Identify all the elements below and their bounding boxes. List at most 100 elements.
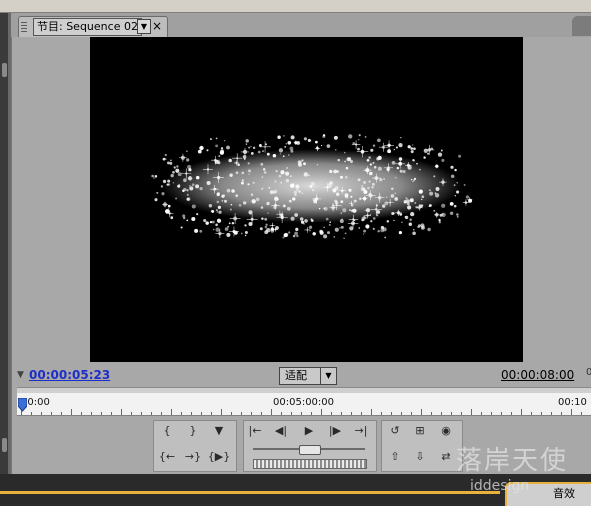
sparkle-particle	[310, 181, 315, 186]
watermark-url: iddesign	[470, 478, 530, 494]
ruler-tick	[371, 409, 372, 415]
sparkle-particle	[368, 180, 371, 183]
sparkle-particle	[392, 212, 395, 215]
extract-icon[interactable]: ⇩	[408, 448, 432, 466]
ruler-tick	[171, 409, 172, 415]
sparkle-particle	[441, 158, 445, 162]
ruler-tick	[61, 412, 62, 415]
safe-margins-icon[interactable]: ⊞	[408, 422, 432, 440]
resize-handle[interactable]	[2, 438, 7, 452]
sparkle-particle	[376, 204, 378, 207]
sparkle-particle	[323, 226, 325, 229]
tab-grip-icon[interactable]	[21, 21, 27, 32]
set-marker-button[interactable]: ▼	[207, 422, 231, 440]
sparkle-particle	[286, 166, 289, 170]
resize-handle[interactable]	[2, 63, 7, 77]
sparkle-particle	[398, 143, 403, 148]
sparkle-particle	[417, 225, 420, 229]
sparkle-particle	[435, 187, 440, 191]
sparkle-particle	[363, 181, 366, 184]
sparkle-particle	[170, 173, 174, 178]
adjacent-panel-grip[interactable]	[572, 16, 591, 36]
sparkle-particle	[295, 227, 299, 232]
playhead-icon[interactable]	[18, 398, 27, 412]
loop-icon[interactable]: ↺	[383, 422, 407, 440]
tab-close-icon[interactable]: ×	[152, 18, 162, 34]
sparkle-particle	[380, 228, 384, 233]
duration-timecode[interactable]: 00:00:08:00	[501, 368, 574, 382]
sparkle-particle	[352, 142, 356, 145]
sparkle-particle	[176, 165, 179, 168]
sparkle-particle	[344, 151, 346, 154]
sparkle-particle	[309, 230, 311, 232]
sparkle-particle	[237, 163, 240, 166]
sparkle-particle	[441, 203, 446, 208]
sparkle-particle	[294, 193, 297, 197]
tab-menu-button[interactable]: ▼	[137, 19, 151, 34]
sparkle-particle	[312, 232, 316, 236]
go-to-out-button[interactable]: →}	[181, 448, 205, 466]
sparkle-particle	[183, 187, 187, 192]
sparkle-particle	[196, 213, 199, 216]
jog-wheel[interactable]	[253, 459, 367, 469]
panel-tab-program[interactable]: 节目: Sequence 02 ▼ ×	[18, 16, 168, 37]
sparkle-particle	[180, 226, 183, 229]
shuttle-slider[interactable]	[253, 445, 365, 455]
sparkle-particle	[274, 180, 277, 183]
step-to-out-button[interactable]: →|	[349, 422, 373, 440]
sparkle-particle	[322, 135, 326, 138]
sparkle-particle	[345, 166, 349, 170]
sparkle-particle	[387, 149, 392, 154]
step-back-button[interactable]: ◀|	[269, 422, 293, 440]
sparkle-particle	[229, 208, 232, 211]
sparkle-particle	[189, 186, 194, 191]
sparkle-particle	[337, 158, 340, 162]
play-in-to-out-button[interactable]: {▶}	[207, 448, 231, 466]
sparkle-particle	[218, 210, 222, 214]
sparkle-particle	[244, 231, 248, 234]
output-icon[interactable]: ◉	[434, 422, 458, 440]
mark-out-button[interactable]: }	[181, 422, 205, 440]
step-forward-button[interactable]: |▶	[323, 422, 347, 440]
sparkle-particle	[368, 193, 371, 195]
sparkle-particle	[292, 197, 296, 201]
sparkle-particle	[339, 227, 341, 229]
play-button[interactable]: ▶	[297, 422, 321, 440]
sparkle-star	[462, 199, 470, 206]
shuttle-knob[interactable]	[299, 445, 321, 455]
sparkle-particle	[195, 175, 200, 180]
zoom-fit-select[interactable]: 适配 ▼	[279, 367, 337, 385]
mark-in-button[interactable]: {	[155, 422, 179, 440]
sparkle-particle	[333, 169, 338, 174]
sparkle-particle	[344, 232, 347, 235]
step-to-in-button[interactable]: |←	[243, 422, 267, 440]
sparkle-particle	[396, 166, 400, 170]
time-ruler[interactable]: 00:00 00:05:00:00 00:10	[17, 393, 591, 416]
go-to-in-button[interactable]: {←	[155, 448, 179, 466]
sparkle-particle	[250, 145, 252, 148]
sparkle-particle	[438, 218, 441, 221]
trim-icon[interactable]: ⇄	[434, 448, 458, 466]
ruler-tick	[541, 412, 542, 415]
current-timecode[interactable]: 00:00:05:23	[29, 368, 110, 382]
sparkle-particle	[248, 173, 250, 175]
lift-icon[interactable]: ⇧	[383, 448, 407, 466]
sparkle-particle	[170, 159, 172, 162]
sparkle-particle	[231, 221, 235, 225]
chevron-down-icon[interactable]: ▼	[320, 368, 336, 384]
sparkle-particle	[412, 231, 416, 236]
sparkle-particle	[465, 195, 470, 199]
sparkle-particle	[419, 168, 421, 171]
tab-title[interactable]: 节目: Sequence 02	[33, 18, 142, 36]
sparkle-particle	[372, 144, 376, 147]
sparkle-particle	[410, 211, 415, 217]
program-video-display	[90, 37, 523, 362]
sparkle-particle	[182, 214, 186, 218]
sparkle-particle	[391, 187, 394, 191]
sparkle-particle	[247, 183, 250, 186]
ruler-tick	[261, 412, 262, 415]
sparkle-particle	[384, 236, 387, 239]
sparkle-particle	[350, 195, 353, 198]
sparkle-particle	[271, 228, 275, 231]
ruler-tick	[51, 412, 52, 415]
